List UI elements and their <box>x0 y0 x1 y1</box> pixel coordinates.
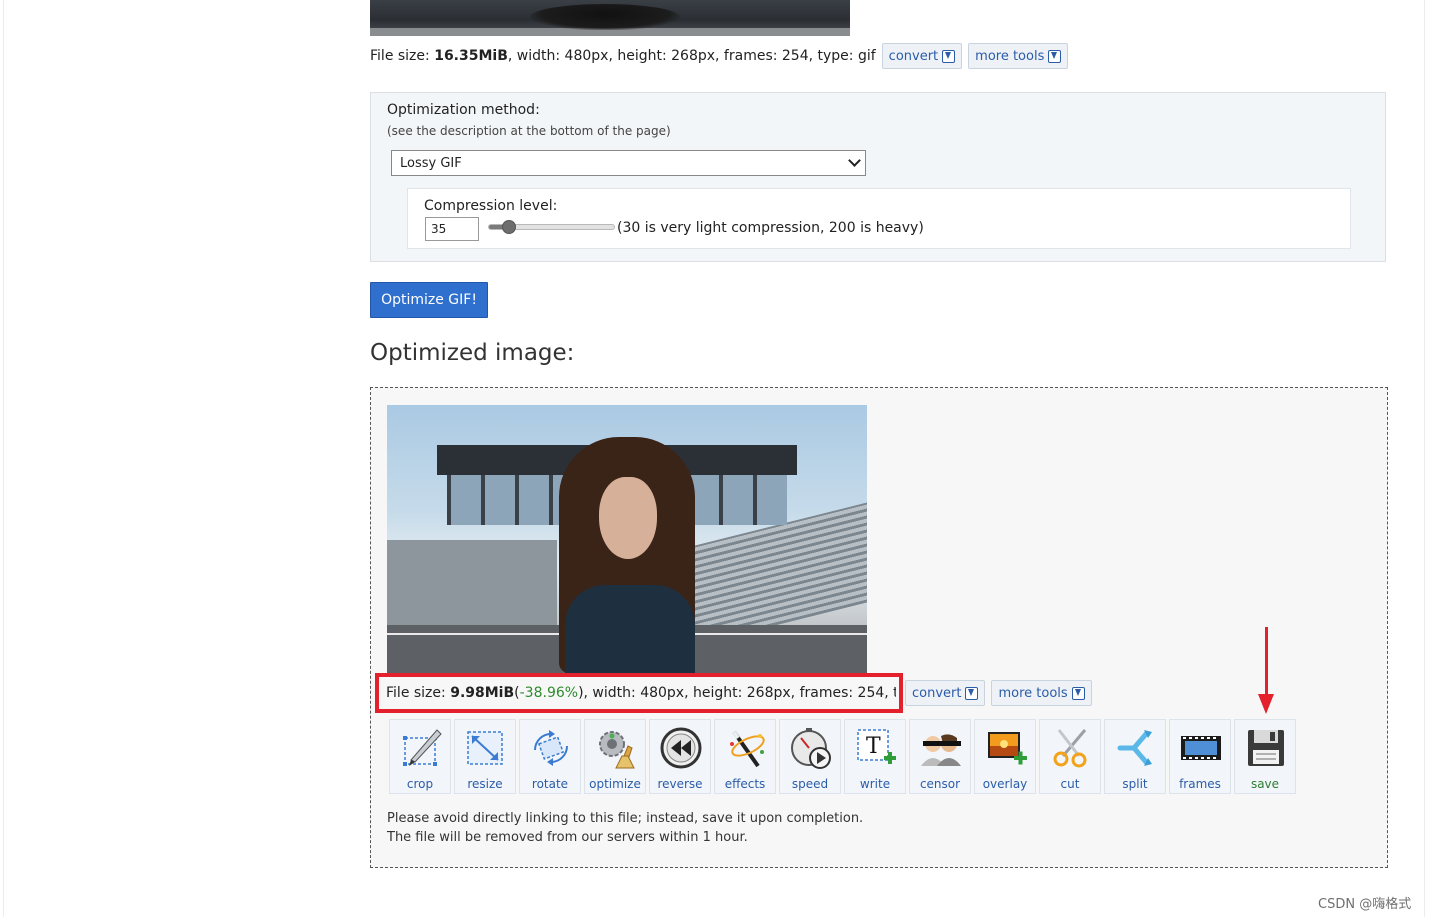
tool-reverse[interactable]: reverse <box>649 719 711 794</box>
tool-label: rotate <box>531 777 569 791</box>
notice-line-1: Please avoid directly linking to this fi… <box>387 811 864 826</box>
tool-label: censor <box>919 777 961 791</box>
tool-label: optimize <box>589 777 641 791</box>
tool-overlay[interactable]: overlay <box>974 719 1036 794</box>
result-convert-label: convert <box>912 685 962 701</box>
page-edge-right <box>1424 0 1425 917</box>
optimization-panel: Optimization method: (see the descriptio… <box>370 92 1386 262</box>
method-select[interactable]: Lossy GIF <box>391 150 866 176</box>
source-convert-button[interactable]: convert <box>881 43 963 69</box>
annotation-arrow-shaft <box>1265 627 1268 697</box>
resize-icon <box>467 731 503 765</box>
method-label: Optimization method: <box>387 102 540 118</box>
compression-hint: (30 is very light compression, 200 is he… <box>617 220 924 236</box>
tool-frames[interactable]: frames <box>1169 719 1231 794</box>
source-more-tools-label: more tools <box>975 48 1045 64</box>
tool-save[interactable]: save <box>1234 719 1296 794</box>
tool-label: split <box>1122 777 1148 791</box>
result-convert-button[interactable]: convert <box>905 680 986 706</box>
tool-label: frames <box>1179 777 1221 791</box>
rotate-icon <box>534 730 568 766</box>
source-details: , width: 480px, height: 268px, frames: 2… <box>507 48 876 64</box>
tool-rotate[interactable]: rotate <box>519 719 581 794</box>
tool-cut[interactable]: cut <box>1039 719 1101 794</box>
tool-label: resize <box>467 777 503 791</box>
compression-input[interactable]: 35 <box>425 217 479 241</box>
optimized-image-heading: Optimized image: <box>370 340 575 366</box>
write-icon: T <box>857 729 896 764</box>
svg-text:T: T <box>866 734 881 759</box>
effects-icon <box>730 730 765 768</box>
source-size-label: File size: <box>370 48 430 64</box>
dropdown-arrow-icon <box>965 686 979 700</box>
tool-effects[interactable]: effects <box>714 719 776 794</box>
tool-crop[interactable]: crop <box>389 719 451 794</box>
annotation-arrow-head <box>1258 694 1274 714</box>
notice-line-2: The file will be removed from our server… <box>387 830 748 845</box>
tool-censor[interactable]: censor <box>909 719 971 794</box>
tool-label: crop <box>406 777 434 791</box>
chevron-down-icon <box>848 154 861 167</box>
retention-notice: Please avoid directly linking to this fi… <box>387 809 863 847</box>
source-size-value: 16.35MiB <box>434 48 508 64</box>
source-file-info: File size: 16.35MiB, width: 480px, heigh… <box>370 43 1069 69</box>
highlight-annotation-box <box>375 673 903 713</box>
tool-label: speed <box>791 777 829 791</box>
save-icon <box>1248 730 1284 766</box>
method-note: (see the description at the bottom of th… <box>387 124 671 138</box>
tool-split[interactable]: split <box>1104 719 1166 794</box>
method-selected-value: Lossy GIF <box>400 155 462 171</box>
speed-icon <box>791 728 831 769</box>
tool-label: effects <box>724 777 766 791</box>
compression-slider-thumb[interactable] <box>501 220 516 234</box>
crop-icon <box>403 729 442 766</box>
optimized-gif-preview <box>387 405 867 673</box>
compression-label: Compression level: <box>424 198 558 214</box>
result-more-tools-button[interactable]: more tools <box>991 680 1092 706</box>
optimize-gif-button[interactable]: Optimize GIF! <box>370 282 488 318</box>
page-edge-left <box>3 0 4 917</box>
source-more-tools-button[interactable]: more tools <box>968 43 1069 69</box>
optimize-icon <box>599 731 635 769</box>
tool-label: cut <box>1060 777 1080 791</box>
frames-icon <box>1181 736 1221 760</box>
tool-optimize[interactable]: optimize <box>584 719 646 794</box>
result-links: convert more tools <box>899 680 1092 706</box>
tool-label: overlay <box>982 777 1028 791</box>
tool-bar: crop resize rotate optimize reverse effe… <box>389 719 1296 794</box>
dropdown-arrow-icon <box>1048 49 1062 63</box>
compression-box: Compression level: 35 (30 is very light … <box>407 188 1351 249</box>
result-panel <box>370 387 1388 868</box>
tool-speed[interactable]: speed <box>779 719 841 794</box>
source-convert-label: convert <box>888 48 939 64</box>
split-icon <box>1117 730 1152 766</box>
dropdown-arrow-icon <box>942 49 956 63</box>
censor-icon <box>921 734 961 766</box>
overlay-icon <box>988 732 1027 765</box>
result-more-tools-label: more tools <box>998 685 1068 701</box>
compression-slider[interactable] <box>488 220 615 234</box>
csdn-watermark: CSDN @嗨格式 <box>1318 897 1412 912</box>
reverse-icon <box>660 727 702 769</box>
dropdown-arrow-icon <box>1071 686 1085 700</box>
tool-write[interactable]: T write <box>844 719 906 794</box>
cut-icon <box>1053 729 1087 768</box>
source-gif-preview <box>370 0 850 36</box>
tool-label: reverse <box>657 777 703 791</box>
tool-label: save <box>1250 777 1280 791</box>
tool-resize[interactable]: resize <box>454 719 516 794</box>
tool-label: write <box>859 777 891 791</box>
